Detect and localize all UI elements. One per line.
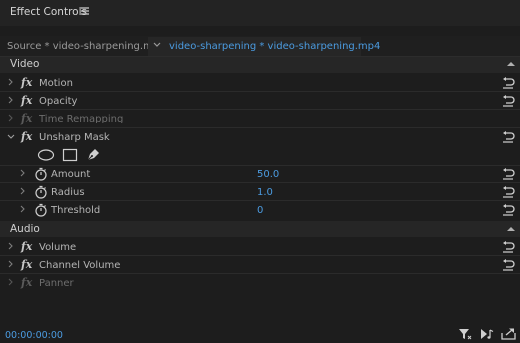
reset-icon[interactable] xyxy=(501,95,515,107)
chevron-down-icon[interactable] xyxy=(152,38,164,52)
chevron-right-icon[interactable] xyxy=(6,112,16,124)
reset-icon[interactable] xyxy=(501,77,515,89)
fx-icon: fx xyxy=(21,276,33,289)
effect-unsharp-mask-label: Unsharp Mask xyxy=(39,132,110,143)
video-section-label: Video xyxy=(10,58,40,70)
effect-opacity-label: Opacity xyxy=(39,96,78,107)
pen-mask-icon[interactable] xyxy=(85,147,101,163)
chevron-right-icon[interactable] xyxy=(6,276,16,288)
reset-icon[interactable] xyxy=(501,168,515,180)
panel-footer xyxy=(0,327,520,341)
effect-channel-volume-label: Channel Volume xyxy=(39,260,121,271)
fx-icon[interactable]: fx xyxy=(21,76,32,89)
stopwatch-icon[interactable] xyxy=(34,203,48,217)
effect-time-remapping-label: Time Remapping xyxy=(39,114,124,123)
tab-source[interactable]: Source * video-sharpening.mp4 xyxy=(7,41,166,52)
row-divider xyxy=(0,200,520,201)
collapse-up-icon[interactable] xyxy=(506,58,516,70)
stopwatch-icon[interactable] xyxy=(34,167,48,181)
effect-volume-label: Volume xyxy=(39,242,77,253)
reset-icon[interactable] xyxy=(501,131,515,143)
fx-icon[interactable]: fx xyxy=(21,130,32,143)
row-divider xyxy=(0,273,520,274)
play-audio-icon[interactable] xyxy=(480,328,494,340)
param-threshold-value[interactable]: 0 xyxy=(257,205,263,216)
param-amount-label: Amount xyxy=(51,169,91,180)
stopwatch-icon[interactable] xyxy=(34,185,48,199)
export-icon[interactable] xyxy=(501,327,517,340)
rectangle-mask-icon[interactable] xyxy=(62,148,78,162)
collapse-up-icon[interactable] xyxy=(506,223,516,235)
chevron-right-icon[interactable] xyxy=(6,76,16,88)
chevron-right-icon[interactable] xyxy=(6,94,16,106)
fx-icon[interactable]: fx xyxy=(21,240,32,253)
audio-section-header xyxy=(0,221,520,237)
row-divider xyxy=(0,165,520,166)
reset-icon[interactable] xyxy=(501,241,515,253)
panel-title: Effect Controls xyxy=(10,6,87,18)
row-divider xyxy=(0,109,520,110)
fx-icon[interactable]: fx xyxy=(21,94,32,107)
reset-icon[interactable] xyxy=(501,204,515,216)
effect-panner-label: Panner xyxy=(39,278,74,289)
row-divider xyxy=(0,182,520,183)
param-amount-value[interactable]: 50.0 xyxy=(257,169,279,180)
param-radius-label: Radius xyxy=(51,187,85,198)
video-section-header xyxy=(0,57,520,73)
param-threshold-label: Threshold xyxy=(51,205,101,216)
fx-icon[interactable]: fx xyxy=(21,258,32,271)
chevron-right-icon[interactable] xyxy=(18,167,28,179)
effect-motion-label: Motion xyxy=(39,78,73,89)
ellipse-mask-icon[interactable] xyxy=(37,148,55,162)
row-divider xyxy=(0,127,520,128)
chevron-right-icon[interactable] xyxy=(6,258,16,270)
chevron-right-icon[interactable] xyxy=(18,203,28,215)
timecode-display[interactable]: 00:00:00:00 xyxy=(5,330,63,341)
chevron-down-icon[interactable] xyxy=(6,131,16,143)
filter-icon[interactable] xyxy=(458,328,472,340)
row-divider xyxy=(0,255,520,256)
chevron-right-icon[interactable] xyxy=(18,185,28,197)
audio-section-label: Audio xyxy=(10,223,40,235)
fx-icon: fx xyxy=(21,112,33,125)
reset-icon[interactable] xyxy=(501,186,515,198)
reset-icon[interactable] xyxy=(501,259,515,271)
tab-sequence[interactable]: video-sharpening * video-sharpening.mp4 xyxy=(169,41,380,52)
row-divider xyxy=(0,91,520,92)
hamburger-menu-icon[interactable] xyxy=(80,4,92,18)
chevron-right-icon[interactable] xyxy=(6,240,16,252)
param-radius-value[interactable]: 1.0 xyxy=(257,187,273,198)
